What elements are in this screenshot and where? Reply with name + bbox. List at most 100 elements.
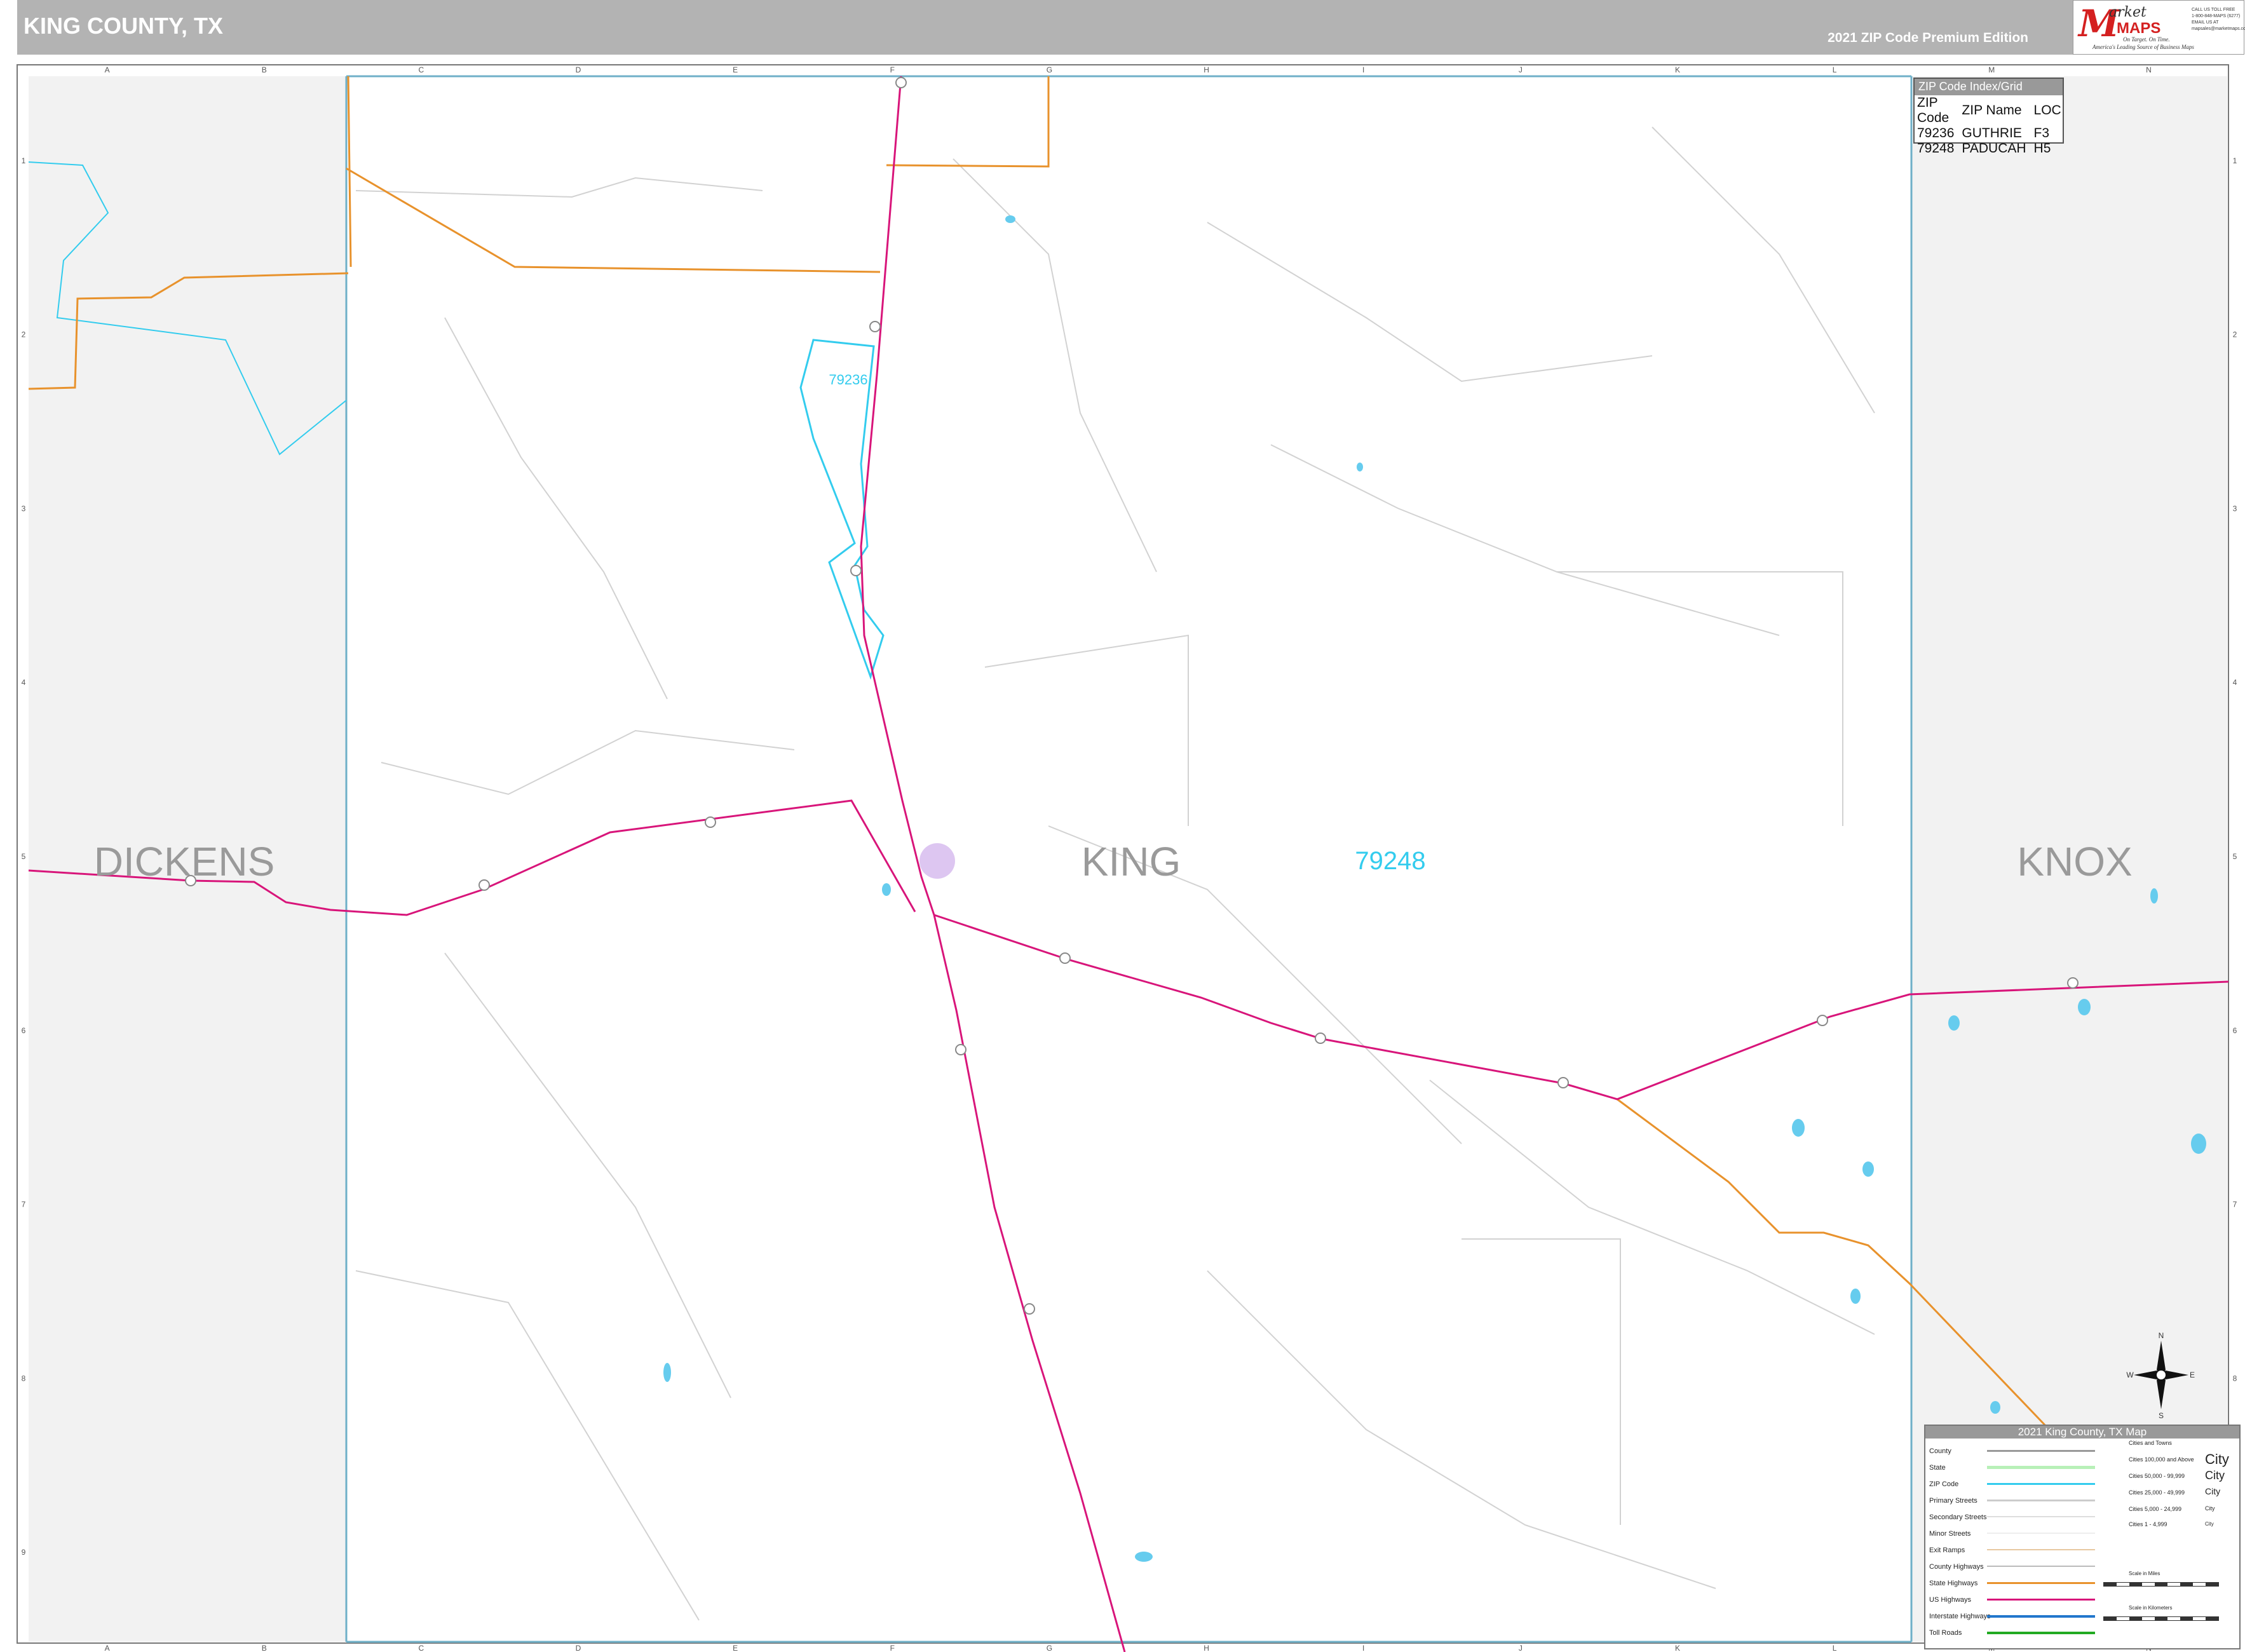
zip-index-row: 79236 GUTHRIE F3 bbox=[1917, 126, 2069, 141]
legend-item-primary: Primary Streets bbox=[1929, 1497, 1977, 1505]
grid-column-label: F bbox=[890, 1644, 895, 1652]
pond bbox=[663, 1363, 671, 1382]
legend-swatch bbox=[1987, 1533, 2095, 1534]
grid-row-labels-right: 123456789 bbox=[2233, 156, 2237, 1557]
legend-city-sample: City bbox=[2205, 1486, 2221, 1496]
highway-shield-icon bbox=[1059, 952, 1071, 964]
legend-city-sample: City bbox=[2205, 1505, 2215, 1512]
grid-row-label: 4 bbox=[2233, 678, 2237, 687]
legend-item-county: County bbox=[1929, 1447, 1951, 1455]
legend-item-us-hwy: US Highways bbox=[1929, 1596, 1972, 1604]
legend-city-class: Cities 1 - 4,999 bbox=[2129, 1521, 2167, 1527]
grid-row-label: 1 bbox=[2233, 156, 2237, 165]
highway-shield-icon bbox=[1315, 1032, 1326, 1044]
compass-e: E bbox=[2190, 1371, 2195, 1379]
grid-column-label: N bbox=[2146, 65, 2152, 74]
legend-item-interstate: Interstate Highways bbox=[1929, 1613, 1991, 1620]
county-label-king: KING bbox=[1082, 839, 1181, 884]
map-canvas: ABCDEFGHIJKLMN ABCDEFGHIJKLMN 123456789 … bbox=[17, 64, 2237, 1652]
grid-column-label: M bbox=[1988, 65, 1995, 74]
grid-column-label: G bbox=[1047, 1644, 1052, 1652]
pond bbox=[1850, 1289, 1861, 1304]
legend-swatch bbox=[1987, 1615, 2095, 1618]
pond bbox=[2150, 888, 2158, 904]
legend-title: 2021 King County, TX Map bbox=[1925, 1426, 2239, 1439]
legend-city-sample: City bbox=[2205, 1469, 2225, 1482]
legend-city-class: Cities 5,000 - 24,999 bbox=[2129, 1506, 2182, 1512]
grid-row-label: 3 bbox=[22, 504, 26, 513]
legend-swatch bbox=[1987, 1483, 2095, 1485]
grid-column-label: H bbox=[1204, 65, 1209, 74]
legend-city-sample: City bbox=[2205, 1451, 2229, 1467]
pond bbox=[1862, 1161, 1874, 1177]
zip-index-row: 79248 PADUCAH H5 bbox=[1917, 141, 2069, 156]
grid-column-label: J bbox=[1519, 1644, 1523, 1652]
grid-column-label: K bbox=[1675, 1644, 1680, 1652]
zip-index-header: ZIP Name bbox=[1962, 103, 2022, 118]
pond bbox=[1948, 1015, 1960, 1031]
grid-row-label: 5 bbox=[2233, 852, 2237, 861]
pond bbox=[2078, 999, 2091, 1015]
guthrie-town-area bbox=[919, 843, 955, 879]
zip-index-cell: PADUCAH bbox=[1962, 141, 2026, 156]
compass-s: S bbox=[2159, 1411, 2164, 1419]
grid-column-label: A bbox=[105, 1644, 110, 1652]
legend-item-minor: Minor Streets bbox=[1929, 1530, 1971, 1538]
highway-shield-icon bbox=[2067, 977, 2079, 989]
legend-swatch bbox=[1987, 1632, 2095, 1634]
legend-item-zip: ZIP Code bbox=[1929, 1480, 1959, 1488]
compass-w: W bbox=[2126, 1371, 2134, 1379]
legend-swatch bbox=[1987, 1450, 2095, 1452]
grid-column-label: E bbox=[733, 1644, 738, 1652]
legend-item-secondary: Secondary Streets bbox=[1929, 1513, 1987, 1521]
zip-index-cell: 79248 bbox=[1917, 141, 1955, 156]
legend-item-toll: Toll Roads bbox=[1929, 1629, 1962, 1637]
zip-index-title: ZIP Code Index/Grid Locator bbox=[1915, 79, 2063, 106]
grid-row-label: 2 bbox=[22, 330, 26, 339]
highway-shield-icon bbox=[869, 321, 881, 332]
legend-swatch bbox=[1987, 1549, 2095, 1550]
zip-label-79236: 79236 bbox=[829, 372, 867, 388]
grid-row-label: 3 bbox=[2233, 504, 2237, 513]
pond bbox=[1792, 1119, 1805, 1137]
legend-swatch bbox=[1987, 1582, 2095, 1584]
legend-scale-bar-miles bbox=[2103, 1582, 2219, 1587]
grid-column-label: I bbox=[1362, 1644, 1364, 1652]
grid-column-label: F bbox=[890, 65, 895, 74]
grid-column-labels-bottom: ABCDEFGHIJKLMN bbox=[105, 1644, 2152, 1652]
pond bbox=[882, 883, 891, 896]
highway-shield-icon bbox=[1024, 1303, 1035, 1315]
highway-shield-icon bbox=[955, 1044, 967, 1055]
legend-cities-header: Cities and Towns bbox=[2129, 1440, 2172, 1446]
grid-column-label: D bbox=[576, 65, 581, 74]
legend-item-state: State bbox=[1929, 1464, 1946, 1472]
highway-shield-icon bbox=[1817, 1015, 1828, 1026]
grid-column-label: L bbox=[1833, 1644, 1837, 1652]
grid-column-label: H bbox=[1204, 1644, 1209, 1652]
grid-column-label: E bbox=[733, 65, 738, 74]
legend-swatch bbox=[1987, 1599, 2095, 1601]
zip-index-cell: 79236 bbox=[1917, 126, 1955, 140]
grid-column-label: K bbox=[1675, 65, 1680, 74]
legend-item-state-hwy: State Highways bbox=[1929, 1580, 1978, 1587]
compass-center bbox=[2155, 1369, 2167, 1381]
legend-swatch bbox=[1987, 1566, 2095, 1567]
legend-scale-bar-km bbox=[2103, 1616, 2219, 1621]
grid-column-label: G bbox=[1047, 65, 1052, 74]
grid-row-label: 9 bbox=[22, 1548, 26, 1557]
pond bbox=[1990, 1401, 2000, 1414]
highway-shield-icon bbox=[850, 565, 862, 576]
grid-row-label: 7 bbox=[22, 1200, 26, 1209]
grid-row-label: 5 bbox=[22, 852, 26, 861]
legend-city-class: Cities 100,000 and Above bbox=[2129, 1456, 2194, 1463]
compass-n: N bbox=[2159, 1331, 2164, 1340]
grid-row-label: 8 bbox=[2233, 1374, 2237, 1383]
grid-row-label: 2 bbox=[2233, 330, 2237, 339]
zip-label-79248: 79248 bbox=[1355, 847, 1425, 875]
map-legend: 2021 King County, TX Map Cities and Town… bbox=[1924, 1425, 2241, 1649]
grid-row-label: 6 bbox=[22, 1026, 26, 1035]
zip-index-cell: H5 bbox=[2033, 141, 2051, 156]
highway-shield-icon bbox=[1557, 1077, 1569, 1088]
grid-column-label: B bbox=[262, 1644, 267, 1652]
zip-index-cell: GUTHRIE bbox=[1962, 126, 2022, 140]
